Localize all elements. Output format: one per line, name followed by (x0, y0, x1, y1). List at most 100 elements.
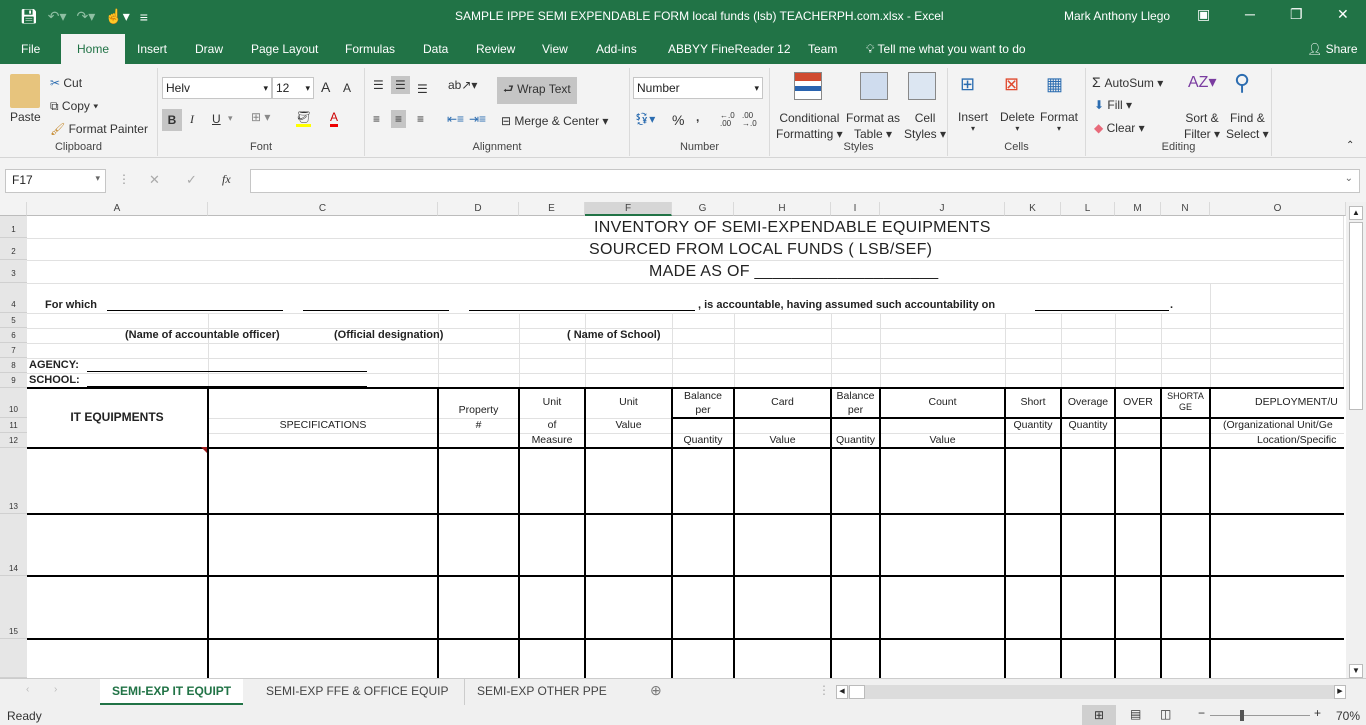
prev-sheet-icon[interactable]: ‹ (26, 684, 29, 695)
comma-button[interactable]: , (696, 110, 699, 124)
horizontal-scroll-thumb[interactable] (849, 685, 865, 699)
find-select-button[interactable]: Find & Select ▾ (1226, 110, 1269, 142)
tab-insert[interactable]: Insert (133, 34, 171, 64)
column-header-c[interactable]: C (208, 202, 438, 216)
touch-mode-icon[interactable]: ☝▾ (105, 8, 129, 25)
vertical-scrollbar[interactable]: ▲ ▼ (1346, 202, 1366, 678)
comment-indicator[interactable] (201, 447, 207, 453)
page-break-view-icon[interactable]: ◫ (1160, 707, 1171, 721)
bottom-align-icon[interactable]: ☰ (417, 82, 428, 96)
zoom-out-button[interactable]: − (1198, 706, 1205, 720)
sort-filter-button[interactable]: Sort & Filter ▾ (1184, 110, 1220, 142)
agency-line[interactable] (87, 371, 367, 372)
officer-name-line[interactable] (107, 310, 283, 311)
row-header-2[interactable]: 2 (0, 238, 27, 260)
next-sheet-icon[interactable]: › (54, 684, 57, 695)
column-header-n[interactable]: N (1161, 202, 1210, 216)
row-header-14[interactable]: 14 (0, 514, 27, 576)
row-header-16[interactable] (0, 639, 27, 678)
delete-cells-button[interactable]: Delete ▾ (1000, 110, 1035, 133)
row-header-3[interactable]: 3 (0, 260, 27, 283)
increase-decimal-button[interactable]: ←.0 .00 (720, 112, 740, 128)
accounting-format-icon[interactable]: 💱︎▾ (634, 112, 655, 126)
decrease-decimal-button[interactable]: .00 →.0 (742, 112, 762, 128)
row-header-7[interactable]: 7 (0, 343, 27, 358)
tab-file[interactable]: File (17, 34, 44, 64)
column-header-m[interactable]: M (1115, 202, 1161, 216)
row-header-10[interactable]: 10 (0, 388, 27, 418)
cancel-formula-icon[interactable]: ✕ (149, 172, 160, 188)
grow-font-button[interactable]: A (321, 79, 330, 95)
expand-formula-icon[interactable]: ⌄ (1345, 173, 1353, 184)
vertical-scroll-thumb[interactable] (1349, 222, 1363, 410)
tab-view[interactable]: View (538, 34, 572, 64)
zoom-slider-thumb[interactable] (1240, 710, 1244, 721)
increase-indent-icon[interactable]: ⇥≡ (469, 112, 486, 126)
wrap-text-button[interactable]: ⮐ Wrap Text (497, 77, 577, 104)
tab-page-layout[interactable]: Page Layout (247, 34, 322, 64)
percent-button[interactable]: % (672, 112, 684, 128)
copy-button[interactable]: ⧉ Copy ▾ (50, 99, 98, 114)
number-format-select[interactable]: Number ▾ (633, 77, 763, 99)
column-header-e[interactable]: E (519, 202, 585, 216)
format-as-table-button[interactable]: Format as Table ▾ (846, 110, 900, 142)
row-header-1[interactable]: 1 (0, 216, 27, 238)
add-sheet-icon[interactable]: ⊕ (650, 682, 662, 699)
minimize-button[interactable]: ─ (1245, 6, 1255, 22)
fill-button[interactable]: ⬇ Fill ▾ (1094, 98, 1132, 112)
align-right-icon[interactable]: ≡ (417, 112, 424, 126)
customize-qat-icon[interactable]: ≡ (140, 9, 148, 25)
clear-button[interactable]: ◆ Clear ▾ (1094, 121, 1145, 135)
underline-button[interactable]: U (212, 112, 221, 126)
collapse-ribbon-icon[interactable]: ⌃ (1346, 140, 1354, 151)
formula-bar-handle[interactable]: ⋮ (118, 172, 130, 186)
insert-function-icon[interactable]: fx (222, 172, 231, 187)
undo-icon[interactable]: ↶▾ (48, 8, 67, 25)
enter-formula-icon[interactable]: ✓ (186, 172, 197, 188)
tab-home[interactable]: Home (61, 34, 126, 64)
zoom-level[interactable]: 70% (1336, 709, 1360, 723)
scroll-right-button[interactable]: ▶ (1334, 685, 1346, 699)
column-header-k[interactable]: K (1005, 202, 1061, 216)
sheet-tab-ffe-office[interactable]: SEMI-EXP FFE & OFFICE EQUIP (254, 679, 460, 705)
zoom-slider[interactable] (1210, 710, 1310, 721)
borders-icon[interactable]: ⊞ ▾ (251, 110, 270, 124)
normal-view-icon[interactable]: ⊞ (1082, 705, 1116, 725)
row-header-9[interactable]: 9 (0, 373, 27, 388)
row-header-15[interactable]: 15 (0, 576, 27, 639)
row-header-11[interactable]: 11 (0, 418, 27, 433)
save-icon[interactable]: 💾︎ (20, 8, 38, 25)
column-header-i[interactable]: I (831, 202, 880, 216)
autosum-button[interactable]: Σ AutoSum ▾ (1092, 74, 1163, 90)
restore-button[interactable]: ❐ (1290, 6, 1303, 23)
row-header-8[interactable]: 8 (0, 358, 27, 373)
insert-cells-button[interactable]: Insert ▾ (958, 110, 988, 133)
column-header-d[interactable]: D (438, 202, 519, 216)
column-header-l[interactable]: L (1061, 202, 1115, 216)
accountability-date-line[interactable] (1035, 310, 1169, 311)
tab-add-ins[interactable]: Add-ins (592, 34, 641, 64)
row-header-13[interactable]: 13 (0, 448, 27, 514)
page-layout-view-icon[interactable]: ▤ (1130, 707, 1141, 721)
font-size-select[interactable]: 12 ▾ (272, 77, 314, 99)
column-header-a[interactable]: A (27, 202, 208, 216)
align-center-icon[interactable]: ≡ (391, 110, 407, 128)
format-painter-button[interactable]: 🖌︎ Format Painter (50, 122, 148, 136)
tab-split-handle[interactable]: ⋮ (818, 683, 830, 697)
tab-formulas[interactable]: Formulas (341, 34, 399, 64)
select-all-corner[interactable] (0, 202, 27, 216)
tab-review[interactable]: Review (472, 34, 519, 64)
tab-abbyy[interactable]: ABBYY FineReader 12 (664, 34, 795, 64)
row-header-12[interactable]: 12 (0, 433, 27, 448)
paste-icon[interactable] (10, 74, 40, 108)
designation-line[interactable] (303, 310, 449, 311)
user-name[interactable]: Mark Anthony Llego (1064, 9, 1170, 23)
format-cells-button[interactable]: Format ▾ (1040, 110, 1078, 133)
share-button[interactable]: 👤︎ Share (1303, 34, 1362, 64)
horizontal-scrollbar[interactable]: ◀ ▶ (836, 685, 1346, 699)
paste-button[interactable]: Paste (10, 110, 41, 124)
close-button[interactable]: ✕ (1337, 6, 1349, 23)
scroll-left-button[interactable]: ◀ (836, 685, 848, 699)
row-header-5[interactable]: 5 (0, 313, 27, 328)
underline-dropdown[interactable]: ▾ (228, 113, 233, 124)
